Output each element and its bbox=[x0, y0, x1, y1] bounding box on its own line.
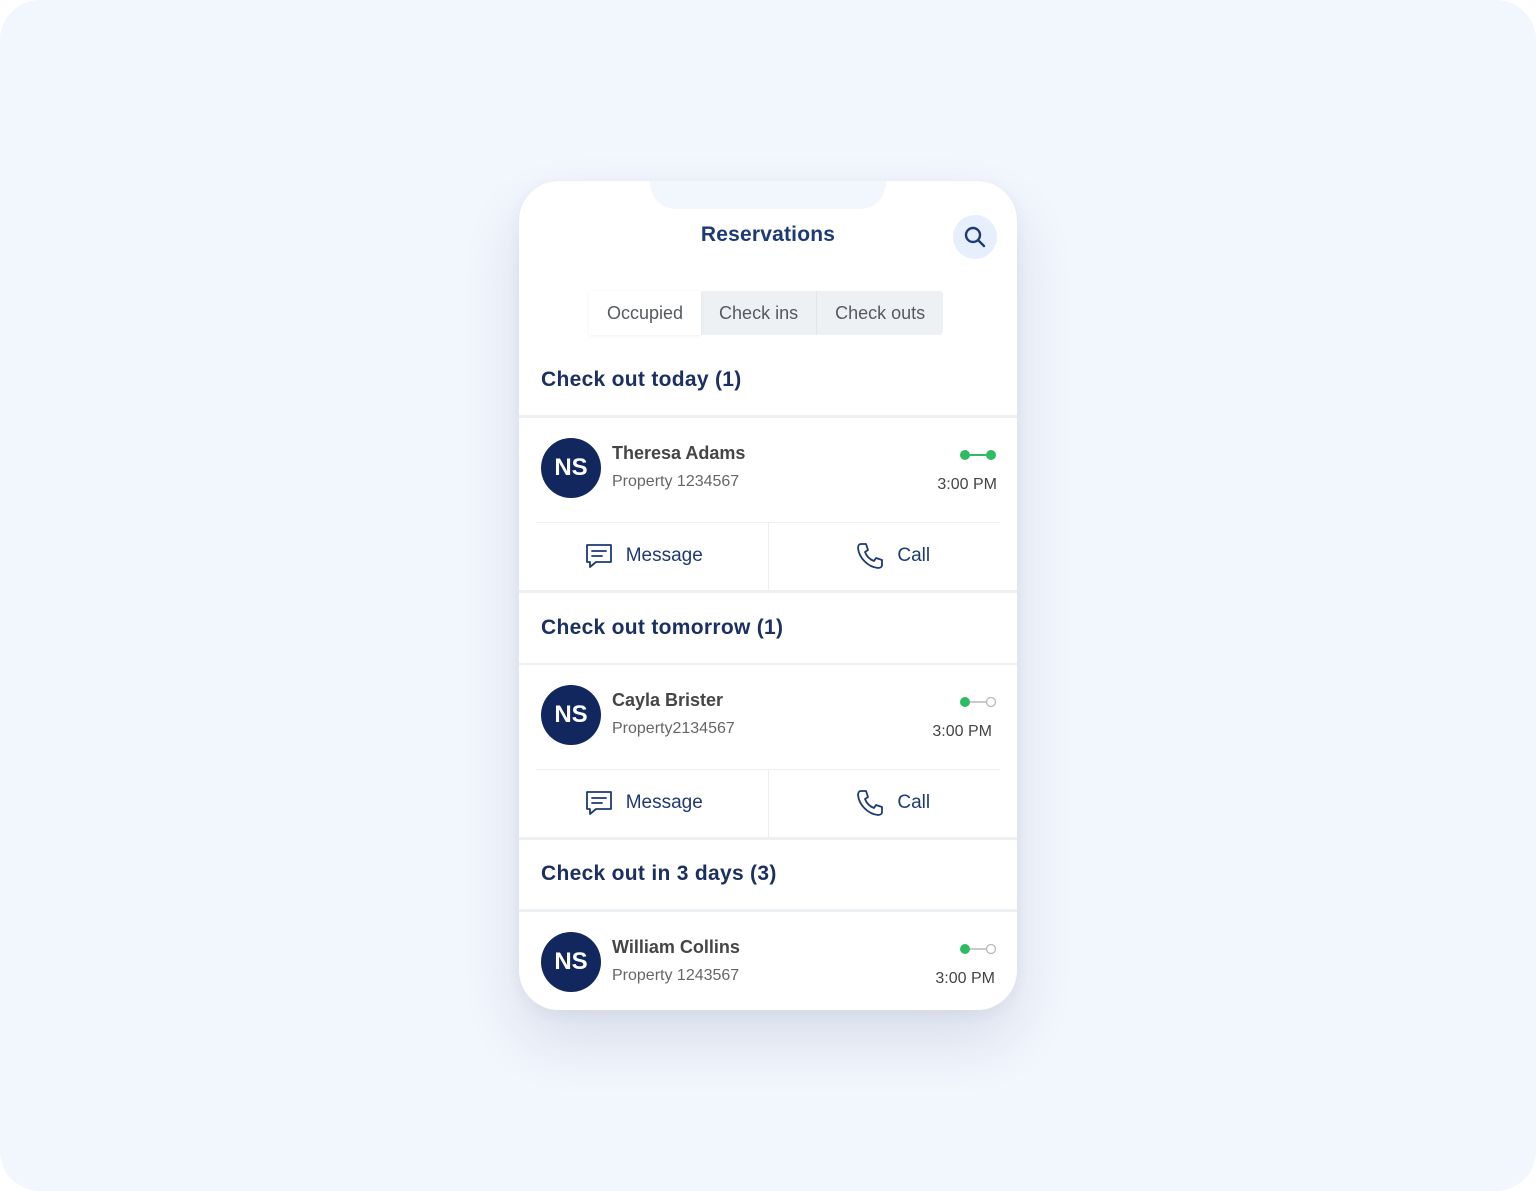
reservation-card[interactable]: NS William Collins Property 1243567 3:00… bbox=[519, 912, 1017, 1010]
property-id: Property 1234567 bbox=[612, 473, 740, 490]
search-button[interactable] bbox=[953, 215, 997, 259]
status-indicator-complete bbox=[959, 448, 997, 466]
avatar: NS bbox=[541, 932, 601, 992]
call-button[interactable]: Call bbox=[767, 522, 1018, 590]
page-background: Reservations Occupied Check ins Check ou… bbox=[0, 0, 1536, 1191]
search-icon bbox=[964, 226, 986, 248]
phone-notch bbox=[650, 181, 886, 209]
call-label: Call bbox=[897, 545, 931, 566]
section-header: Check out tomorrow (1) bbox=[519, 593, 1017, 666]
message-icon bbox=[585, 544, 612, 568]
phone-icon bbox=[857, 543, 884, 569]
section-header: Check out in 3 days (3) bbox=[519, 839, 1017, 912]
page-title: Reservations bbox=[700, 223, 836, 246]
avatar: NS bbox=[541, 438, 601, 498]
property-id: Property 1243567 bbox=[612, 967, 740, 984]
checkout-time: 3:00 PM bbox=[935, 970, 995, 987]
call-button[interactable]: Call bbox=[767, 769, 1018, 837]
message-button[interactable]: Message bbox=[519, 769, 768, 837]
tab-occupied[interactable]: Occupied bbox=[589, 291, 702, 335]
message-label: Message bbox=[625, 792, 703, 813]
tab-bar: Occupied Check ins Check outs bbox=[589, 291, 944, 335]
avatar: NS bbox=[541, 685, 601, 745]
call-label: Call bbox=[897, 792, 931, 813]
message-button[interactable]: Message bbox=[519, 522, 768, 590]
phone-icon bbox=[857, 790, 884, 816]
reservation-card[interactable]: NS Cayla Brister Property2134567 3:00 PM bbox=[519, 665, 1017, 840]
reservation-card[interactable]: NS Theresa Adams Property 1234567 3:00 P… bbox=[519, 418, 1017, 593]
checkout-time: 3:00 PM bbox=[932, 723, 992, 740]
status-indicator-in-progress bbox=[959, 942, 997, 960]
guest-name: Cayla Brister bbox=[612, 690, 724, 710]
property-id: Property2134567 bbox=[612, 720, 735, 737]
tab-check-ins[interactable]: Check ins bbox=[701, 291, 816, 335]
card-actions: Message Call bbox=[519, 522, 1017, 593]
checkout-time: 3:00 PM bbox=[937, 476, 997, 493]
phone-screen: Reservations Occupied Check ins Check ou… bbox=[519, 181, 1017, 1010]
message-icon bbox=[585, 791, 612, 815]
status-indicator-in-progress bbox=[959, 695, 997, 713]
guest-name: Theresa Adams bbox=[612, 443, 746, 463]
message-label: Message bbox=[625, 545, 703, 566]
guest-name: William Collins bbox=[612, 937, 740, 957]
tab-check-outs[interactable]: Check outs bbox=[816, 291, 943, 335]
section-header: Check out today (1) bbox=[519, 345, 1017, 418]
card-actions: Message Call bbox=[519, 769, 1017, 840]
